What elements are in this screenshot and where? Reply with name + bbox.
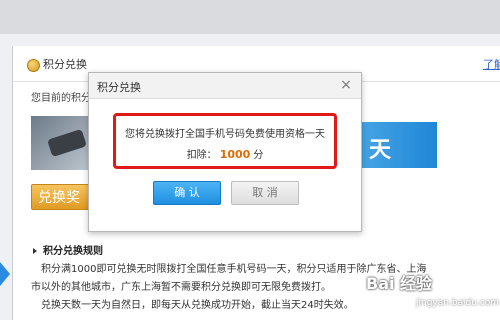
cost-points: 1000	[219, 148, 251, 161]
side-arrow-icon[interactable]	[0, 262, 10, 286]
redeem-button[interactable]: 兑换奖	[31, 184, 89, 210]
dialog-title: 积分兑换	[97, 81, 141, 94]
bullet-triangle-icon	[33, 248, 37, 254]
highlight-box: 您将兑换拨打全国手机号码免费使用资格一天 扣除： 1000 分	[113, 113, 337, 169]
watermark-logo: Bai 经验	[366, 274, 433, 293]
current-points-label: 您目前的积分	[31, 93, 91, 104]
banner-image	[31, 116, 93, 170]
rules-title: 积分兑换规则	[33, 242, 103, 257]
cost-prefix: 扣除：	[186, 150, 217, 161]
close-icon[interactable]: ×	[337, 76, 355, 94]
banner-promo	[353, 122, 437, 168]
dialog-cost: 扣除： 1000 分	[116, 146, 334, 161]
watermark-url: jingyan.baidu.com	[416, 298, 500, 308]
section-title: 积分兑换	[43, 58, 87, 71]
cancel-button[interactable]: 取 消	[231, 181, 299, 205]
page-background: 积分兑换 了解 您目前的积分 天 兑换奖 积分兑换规则 积分满1000即可兑换无…	[0, 0, 500, 320]
confirm-button[interactable]: 确 认	[153, 181, 221, 205]
banner-char: 天	[369, 138, 392, 163]
dialog-header: 积分兑换 ×	[89, 73, 361, 99]
learn-more-link[interactable]: 了解	[483, 56, 500, 72]
rules-title-text: 积分兑换规则	[43, 246, 103, 257]
top-bar	[0, 0, 500, 34]
cost-unit: 分	[253, 150, 264, 161]
watermark: Bai 经验 jingyan.baidu.com	[366, 270, 499, 314]
redeem-dialog: 积分兑换 × 您将兑换拨打全国手机号码免费使用资格一天 扣除： 1000 分 确 认…	[88, 72, 362, 232]
phone-image	[47, 128, 87, 158]
coin-icon	[27, 59, 40, 72]
rules-line-3: 兑换天数一天为自然日，即每天从兑换成功开始，截止当天24时失效。	[41, 300, 354, 311]
dialog-message: 您将兑换拨打全国手机号码免费使用资格一天	[125, 129, 325, 140]
rules-line-2: 市以外的其他城市，广东上海暂不需要积分兑换即可无限免费拨打。	[31, 282, 331, 293]
